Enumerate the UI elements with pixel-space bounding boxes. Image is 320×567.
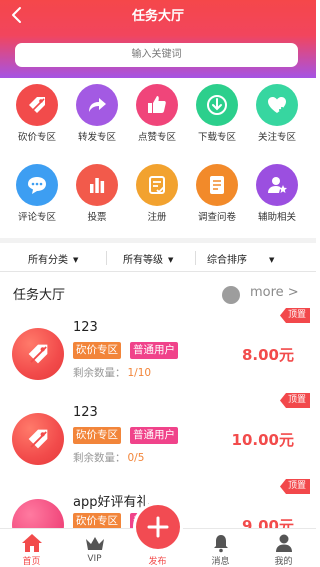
level-tag: 普通用户 [130, 427, 178, 444]
category-bargain[interactable]: 砍价专区 [7, 84, 67, 148]
tab-label: 发布 [148, 557, 167, 567]
dropdown-arrow-icon: ▼ [269, 256, 275, 264]
category-like[interactable]: 点赞专区 [127, 84, 187, 148]
category-comment[interactable]: 评论专区 [7, 164, 67, 228]
filter-label: 综合排序 [207, 255, 247, 266]
follow-heart-icon [256, 84, 298, 126]
divider [106, 251, 107, 265]
task-card[interactable]: 顶置 123 砍价专区 普通用户 剩余数量： 0/5 10.00元 [0, 393, 316, 491]
category-label: 砍价专区 [17, 132, 56, 143]
tab-label: 我的 [274, 557, 293, 567]
remaining-value: 1/10 [127, 367, 152, 379]
task-price: 10.00元 [231, 431, 294, 449]
remaining-count: 剩余数量： 0/5 [73, 450, 144, 465]
dropdown-arrow-icon: ▼ [73, 256, 79, 264]
pinned-ribbon: 顶置 [279, 479, 310, 494]
category-label: 关注专区 [257, 132, 296, 143]
task-name: 123 [73, 405, 98, 420]
category-label: 辅助相关 [257, 212, 296, 223]
category-label: 转发专区 [77, 132, 116, 143]
category-tag: 砍价专区 [73, 427, 121, 444]
category-label: 调查问卷 [197, 212, 236, 223]
crown-icon [85, 537, 104, 550]
divider [195, 251, 196, 265]
category-follow[interactable]: 关注专区 [247, 84, 307, 148]
category-tag: 砍价专区 [73, 342, 121, 359]
remaining-label: 剩余数量： [73, 367, 126, 379]
filter-bar: 所有分类 ▼ 所有等级 ▼ 综合排序 ▼ [0, 244, 316, 272]
tab-label: 首页 [22, 557, 41, 567]
price-tag-icon [28, 429, 48, 449]
filter-sort[interactable]: 综合排序 ▼ [207, 251, 274, 266]
dropdown-arrow-icon: ▼ [168, 256, 174, 264]
tab-vip[interactable]: VIP [63, 529, 126, 567]
category-register[interactable]: 注册 [127, 164, 187, 228]
user-icon [275, 534, 292, 552]
task-name: app好评有礼 [73, 495, 150, 510]
level-tag: 普通用户 [130, 342, 178, 359]
survey-icon [196, 164, 238, 206]
section-title: 任务大厅 [13, 288, 66, 303]
category-assist[interactable]: 辅助相关 [247, 164, 307, 228]
comment-icon [16, 164, 58, 206]
pinned-ribbon: 顶置 [279, 393, 310, 408]
remaining-count: 剩余数量： 1/10 [73, 365, 151, 380]
category-share[interactable]: 转发专区 [67, 84, 127, 148]
category-download[interactable]: 下载专区 [187, 84, 247, 148]
task-price: 8.00元 [241, 346, 294, 364]
more-dot-icon [222, 286, 240, 304]
category-vote[interactable]: 投票 [67, 164, 127, 228]
publish-button[interactable] [136, 505, 180, 549]
task-hall-page: 任务大厅 输入关键词 砍价专区 转发专区 点赞专区 下载专区 关注专区 评论专区… [0, 0, 316, 567]
share-arrow-icon [76, 84, 118, 126]
category-label: 评论专区 [17, 212, 56, 223]
remaining-value: 0/5 [127, 452, 145, 464]
price-tag-icon [16, 84, 58, 126]
tab-home[interactable]: 首页 [0, 529, 63, 567]
header: 任务大厅 输入关键词 [0, 0, 316, 78]
category-grid: 砍价专区 转发专区 点赞专区 下载专区 关注专区 评论专区 投票 注册 调查问卷… [0, 84, 316, 236]
task-avatar [12, 413, 64, 465]
tab-messages[interactable]: 消息 [189, 529, 252, 567]
thumbs-up-icon [136, 84, 178, 126]
tab-label: VIP [87, 554, 102, 564]
category-label: 下载专区 [197, 132, 236, 143]
filter-label: 所有等级 [123, 255, 163, 266]
more-link[interactable]: more > [250, 285, 299, 300]
register-form-icon [136, 164, 178, 206]
bell-icon [213, 535, 228, 553]
pinned-ribbon: 顶置 [279, 308, 310, 323]
task-card[interactable]: 顶置 123 砍价专区 普通用户 剩余数量： 1/10 8.00元 [0, 308, 316, 406]
category-label: 点赞专区 [137, 132, 176, 143]
category-label: 投票 [87, 212, 107, 223]
assist-user-icon [256, 164, 298, 206]
bar-chart-icon [76, 164, 118, 206]
category-survey[interactable]: 调查问卷 [187, 164, 247, 228]
download-icon [196, 84, 238, 126]
filter-level[interactable]: 所有等级 ▼ [123, 251, 173, 266]
price-tag-icon [28, 344, 48, 364]
remaining-label: 剩余数量： [73, 452, 126, 464]
divider [0, 238, 316, 243]
page-title: 任务大厅 [131, 9, 184, 24]
plus-icon [147, 516, 169, 538]
task-avatar [12, 328, 64, 380]
search-input[interactable]: 输入关键词 [15, 43, 298, 67]
filter-label: 所有分类 [28, 255, 68, 266]
filter-category[interactable]: 所有分类 ▼ [28, 251, 78, 266]
tab-profile[interactable]: 我的 [252, 529, 315, 567]
task-name: 123 [73, 320, 98, 335]
category-label: 注册 [147, 212, 167, 223]
home-icon [21, 534, 42, 552]
tab-label: 消息 [211, 557, 230, 567]
